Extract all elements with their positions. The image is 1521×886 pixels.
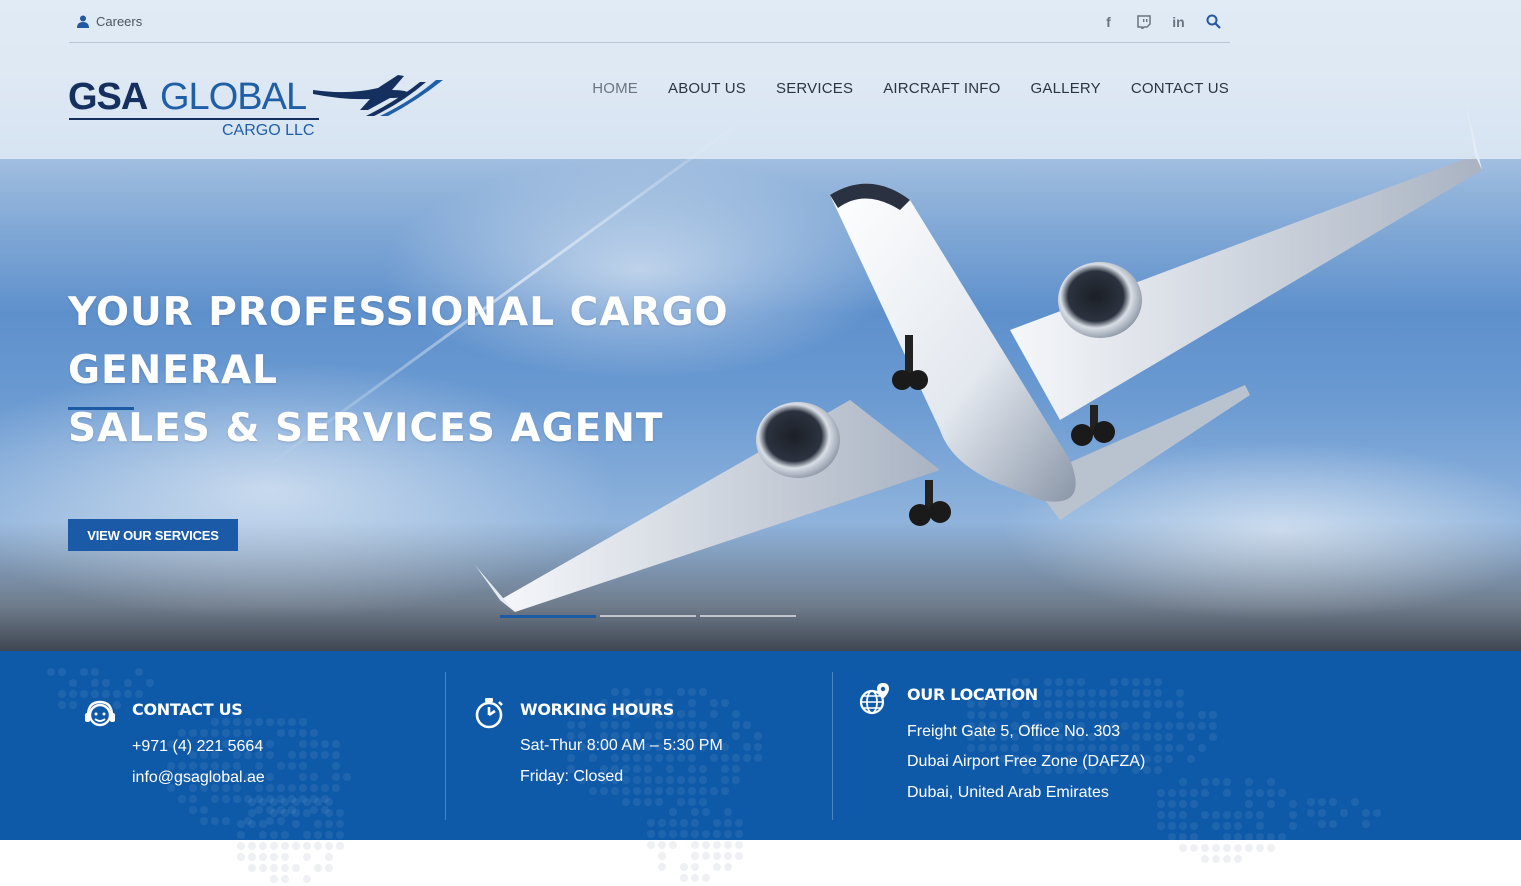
hours-title: WORKING HOURS	[520, 700, 674, 719]
hours-weekdays: Sat-Thur 8:00 AM – 5:30 PM	[520, 737, 723, 754]
globe-pin-icon	[859, 683, 889, 715]
nav-aircraft-info[interactable]: AIRCRAFT INFO	[883, 80, 1000, 97]
hero-title: YOUR PROFESSIONAL CARGO GENERAL SALES & …	[68, 284, 828, 458]
nav-services[interactable]: SERVICES	[776, 80, 853, 97]
linkedin-icon[interactable]: in	[1170, 13, 1187, 30]
location-line2: Dubai Airport Free Zone (DAFZA)	[907, 753, 1146, 770]
slide-indicator-3[interactable]	[700, 615, 796, 617]
logo-subtitle: CARGO LLC	[222, 122, 315, 139]
contact-phone[interactable]: +971 (4) 221 5664	[132, 738, 263, 756]
location-column: OUR LOCATION Freight Gate 5, Office No. …	[858, 672, 1278, 820]
page: Careers f in GSA GLOBAL CARGO LLC HOME A…	[0, 0, 1521, 886]
stopwatch-icon	[475, 698, 503, 729]
column-divider	[832, 672, 833, 820]
location-line1: Freight Gate 5, Office No. 303	[907, 723, 1121, 740]
nav-gallery[interactable]: GALLERY	[1031, 80, 1101, 97]
contact-column: CONTACT US +971 (4) 221 5664 info@gsaglo…	[83, 672, 423, 820]
contact-email[interactable]: info@gsaglobal.ae	[132, 769, 265, 787]
location-title: OUR LOCATION	[907, 685, 1038, 704]
top-bar: Careers f in	[69, 0, 1230, 43]
user-icon	[77, 15, 89, 28]
column-divider	[445, 672, 446, 820]
headset-icon	[85, 700, 115, 727]
logo-underline	[69, 118, 319, 120]
slide-indicator-1[interactable]	[500, 615, 596, 618]
logo-global: GLOBAL	[160, 76, 307, 118]
location-line3: Dubai, United Arab Emirates	[907, 784, 1109, 801]
hours-friday: Friday: Closed	[520, 768, 624, 785]
view-services-button[interactable]: VIEW OUR SERVICES	[68, 519, 238, 551]
logo-gsa: GSA	[68, 76, 148, 118]
social-links: f in	[1100, 13, 1222, 30]
nav-contact-us[interactable]: CONTACT US	[1131, 80, 1229, 97]
site-logo[interactable]: GSA GLOBAL CARGO LLC	[68, 70, 448, 142]
contact-title: CONTACT US	[132, 700, 243, 719]
slide-indicator-2[interactable]	[600, 615, 696, 617]
slider-pagination	[500, 615, 796, 618]
hero-title-line1: YOUR PROFESSIONAL CARGO GENERAL	[68, 290, 729, 393]
hero-divider	[68, 407, 134, 410]
nav-home[interactable]: HOME	[592, 80, 638, 97]
twitch-icon[interactable]	[1135, 13, 1152, 30]
nav-about-us[interactable]: ABOUT US	[668, 80, 746, 97]
search-icon[interactable]	[1205, 13, 1222, 30]
logo-plane-icon	[313, 75, 443, 116]
careers-label: Careers	[96, 14, 143, 29]
main-nav: HOME ABOUT US SERVICES AIRCRAFT INFO GAL…	[592, 80, 1229, 97]
hero-title-line2: SALES & SERVICES AGENT	[68, 406, 664, 451]
facebook-icon[interactable]: f	[1100, 13, 1117, 30]
hours-column: WORKING HOURS Sat-Thur 8:00 AM – 5:30 PM…	[472, 672, 812, 820]
careers-link[interactable]: Careers	[77, 14, 142, 29]
